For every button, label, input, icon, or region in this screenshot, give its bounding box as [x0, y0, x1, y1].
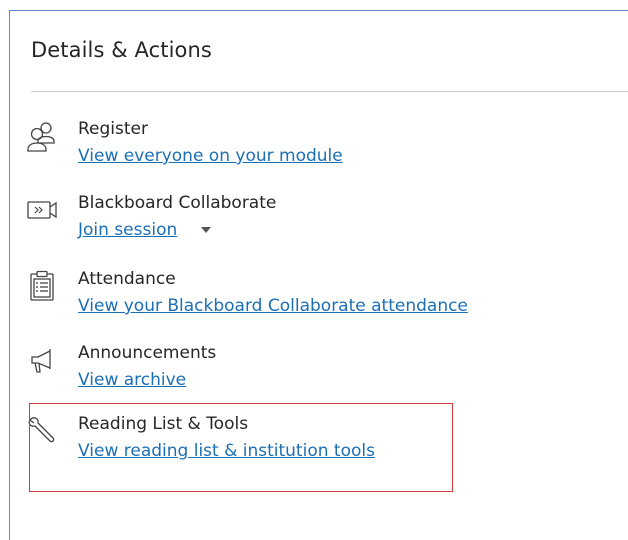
megaphone-icon	[25, 343, 59, 377]
view-reading-list-link[interactable]: View reading list & institution tools	[78, 441, 375, 461]
panel-title: Details & Actions	[31, 38, 212, 62]
clipboard-icon	[25, 269, 59, 303]
view-register-link[interactable]: View everyone on your module	[78, 146, 343, 166]
chevron-down-icon[interactable]	[201, 227, 211, 233]
item-label: Attendance	[78, 269, 176, 289]
item-label: Blackboard Collaborate	[78, 193, 277, 213]
panel-divider	[31, 91, 628, 92]
people-icon	[25, 119, 59, 153]
join-session-link[interactable]: Join session	[78, 220, 177, 240]
video-session-icon	[25, 193, 59, 227]
item-label: Reading List & Tools	[78, 414, 249, 434]
details-actions-panel: Details & Actions Register View everyone…	[9, 10, 628, 540]
view-attendance-link[interactable]: View your Blackboard Collaborate attenda…	[78, 296, 468, 316]
item-label: Announcements	[78, 343, 217, 363]
item-label: Register	[78, 119, 148, 139]
wrench-icon	[25, 414, 59, 448]
view-archive-link[interactable]: View archive	[78, 370, 186, 390]
